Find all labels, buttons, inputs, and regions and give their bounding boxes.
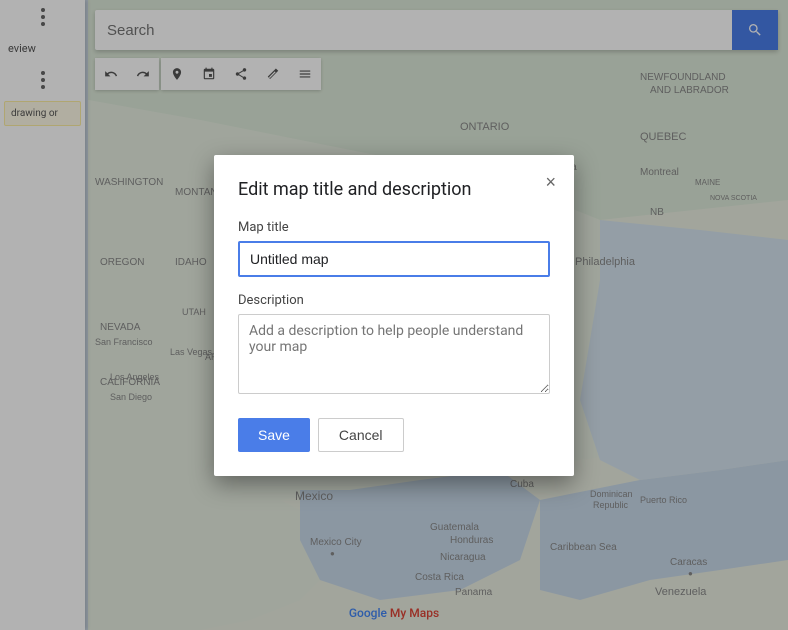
save-button[interactable]: Save xyxy=(238,418,310,452)
cancel-button[interactable]: Cancel xyxy=(318,418,404,452)
map-title-label: Map title xyxy=(238,220,550,235)
description-label: Description xyxy=(238,293,550,308)
dialog-actions: Save Cancel xyxy=(238,418,550,452)
dialog-close-button[interactable]: × xyxy=(543,171,558,193)
map-title-group: Map title xyxy=(238,220,550,277)
dialog-title: Edit map title and description xyxy=(238,179,550,200)
description-group: Description xyxy=(238,293,550,398)
modal-overlay: Edit map title and description × Map tit… xyxy=(0,0,788,630)
map-title-input[interactable] xyxy=(238,241,550,277)
edit-map-dialog: Edit map title and description × Map tit… xyxy=(214,155,574,476)
description-textarea[interactable] xyxy=(238,314,550,394)
